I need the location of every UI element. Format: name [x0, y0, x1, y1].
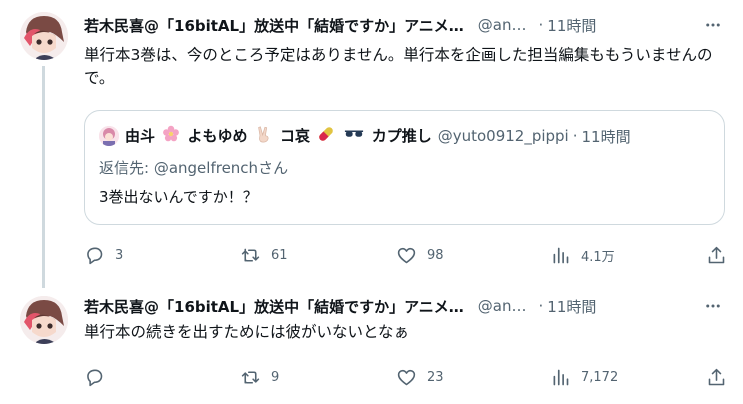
retweet-button[interactable]: 9 [240, 365, 279, 389]
timestamp[interactable]: 11時間 [547, 15, 596, 36]
tweet[interactable]: 若木民喜@「16bitAL」放送中「結婚ですか」アニメ… @an… · 11時間… [0, 285, 743, 404]
avatar[interactable] [20, 12, 68, 60]
more-icon[interactable] [702, 295, 724, 317]
tweet-header: 若木民喜@「16bitAL」放送中「結婚ですか」アニメ… @an… · 11時間 [84, 295, 724, 317]
retweet-count: 61 [271, 247, 288, 263]
view-count: 4.1万 [581, 249, 615, 265]
separator-dot: · [538, 297, 544, 315]
separator-dot: · [538, 16, 544, 34]
tweet[interactable]: 若木民喜@「16bitAL」放送中「結婚ですか」アニメ… @an… · 11時間… [0, 0, 743, 288]
reply-prefix: 返信先: [99, 159, 154, 177]
quote-author-handle[interactable]: @yuto0912_pippi [438, 127, 569, 145]
reply-count: 3 [115, 247, 124, 263]
heart-icon [397, 247, 416, 263]
author-name[interactable]: 若木民喜@「16bitAL」放送中「結婚ですか」アニメ… [84, 15, 464, 36]
quote-name-part: コ哀 [279, 126, 310, 145]
quote-header: 由斗 よもゆめ コ哀 カプ推し @yuto0912_pippi · 11時間 [99, 125, 631, 147]
retweet-icon [241, 370, 260, 384]
pill-icon [317, 125, 335, 147]
thread-connector [42, 66, 45, 288]
separator-dot: · [572, 127, 578, 145]
like-button[interactable]: 98 [396, 243, 444, 267]
like-count: 23 [427, 369, 444, 385]
views-button[interactable]: 7,172 [550, 365, 618, 389]
tweet-text: 単行本3巻は、今のところ予定はありません。単行本を企画した担当編集ももういません… [84, 46, 713, 87]
quote-name-part: 由斗 [125, 126, 156, 145]
quote-avatar[interactable] [99, 126, 119, 146]
action-bar: 9 23 7,172 [84, 365, 730, 389]
retweet-button[interactable]: 61 [240, 243, 288, 267]
tweet-text: 単行本の続きを出すためには彼がいないとなぁ [84, 323, 410, 341]
like-button[interactable]: 23 [396, 365, 444, 389]
reply-suffix: さん [258, 159, 289, 177]
tweet-header: 若木民喜@「16bitAL」放送中「結婚ですか」アニメ… @an… · 11時間 [84, 14, 724, 36]
replying-to: 返信先: @angelfrenchさん [99, 157, 288, 178]
author-name[interactable]: 若木民喜@「16bitAL」放送中「結婚ですか」アニメ… [84, 296, 464, 317]
cherry-blossom-icon [162, 125, 180, 147]
share-icon [708, 368, 725, 385]
more-icon[interactable] [702, 14, 724, 36]
quoted-tweet[interactable]: 由斗 よもゆめ コ哀 カプ推し @yuto0912_pippi · 11時間 返… [84, 110, 725, 225]
quote-name-part: カプ推し [371, 126, 432, 145]
quote-name-part: よもゆめ [187, 126, 248, 145]
heart-icon [397, 369, 416, 385]
share-button[interactable] [706, 365, 727, 389]
sunglasses-icon [344, 127, 364, 145]
victory-hand-icon [255, 125, 273, 147]
retweet-icon [241, 248, 260, 262]
author-handle[interactable]: @an… [478, 16, 527, 34]
avatar[interactable] [20, 296, 68, 344]
reply-mention[interactable]: @angelfrench [154, 159, 258, 177]
action-bar: 3 61 98 4.1万 [84, 243, 730, 267]
reply-button[interactable]: 3 [84, 243, 123, 267]
share-button[interactable] [706, 243, 727, 267]
timestamp[interactable]: 11時間 [547, 296, 596, 317]
views-icon [553, 369, 569, 385]
reply-button[interactable] [84, 365, 115, 389]
quote-timestamp[interactable]: 11時間 [582, 126, 631, 147]
quote-text: 3巻出ないんですか！？ [99, 188, 258, 206]
views-icon [553, 247, 569, 263]
share-icon [708, 246, 725, 263]
views-button[interactable]: 4.1万 [550, 243, 615, 267]
author-handle[interactable]: @an… [478, 297, 527, 315]
like-count: 98 [427, 247, 444, 263]
retweet-count: 9 [271, 369, 280, 385]
view-count: 7,172 [581, 369, 619, 385]
quote-author-name[interactable]: 由斗 よもゆめ コ哀 カプ推し [125, 125, 432, 148]
reply-icon [87, 247, 103, 264]
reply-icon [87, 369, 103, 386]
